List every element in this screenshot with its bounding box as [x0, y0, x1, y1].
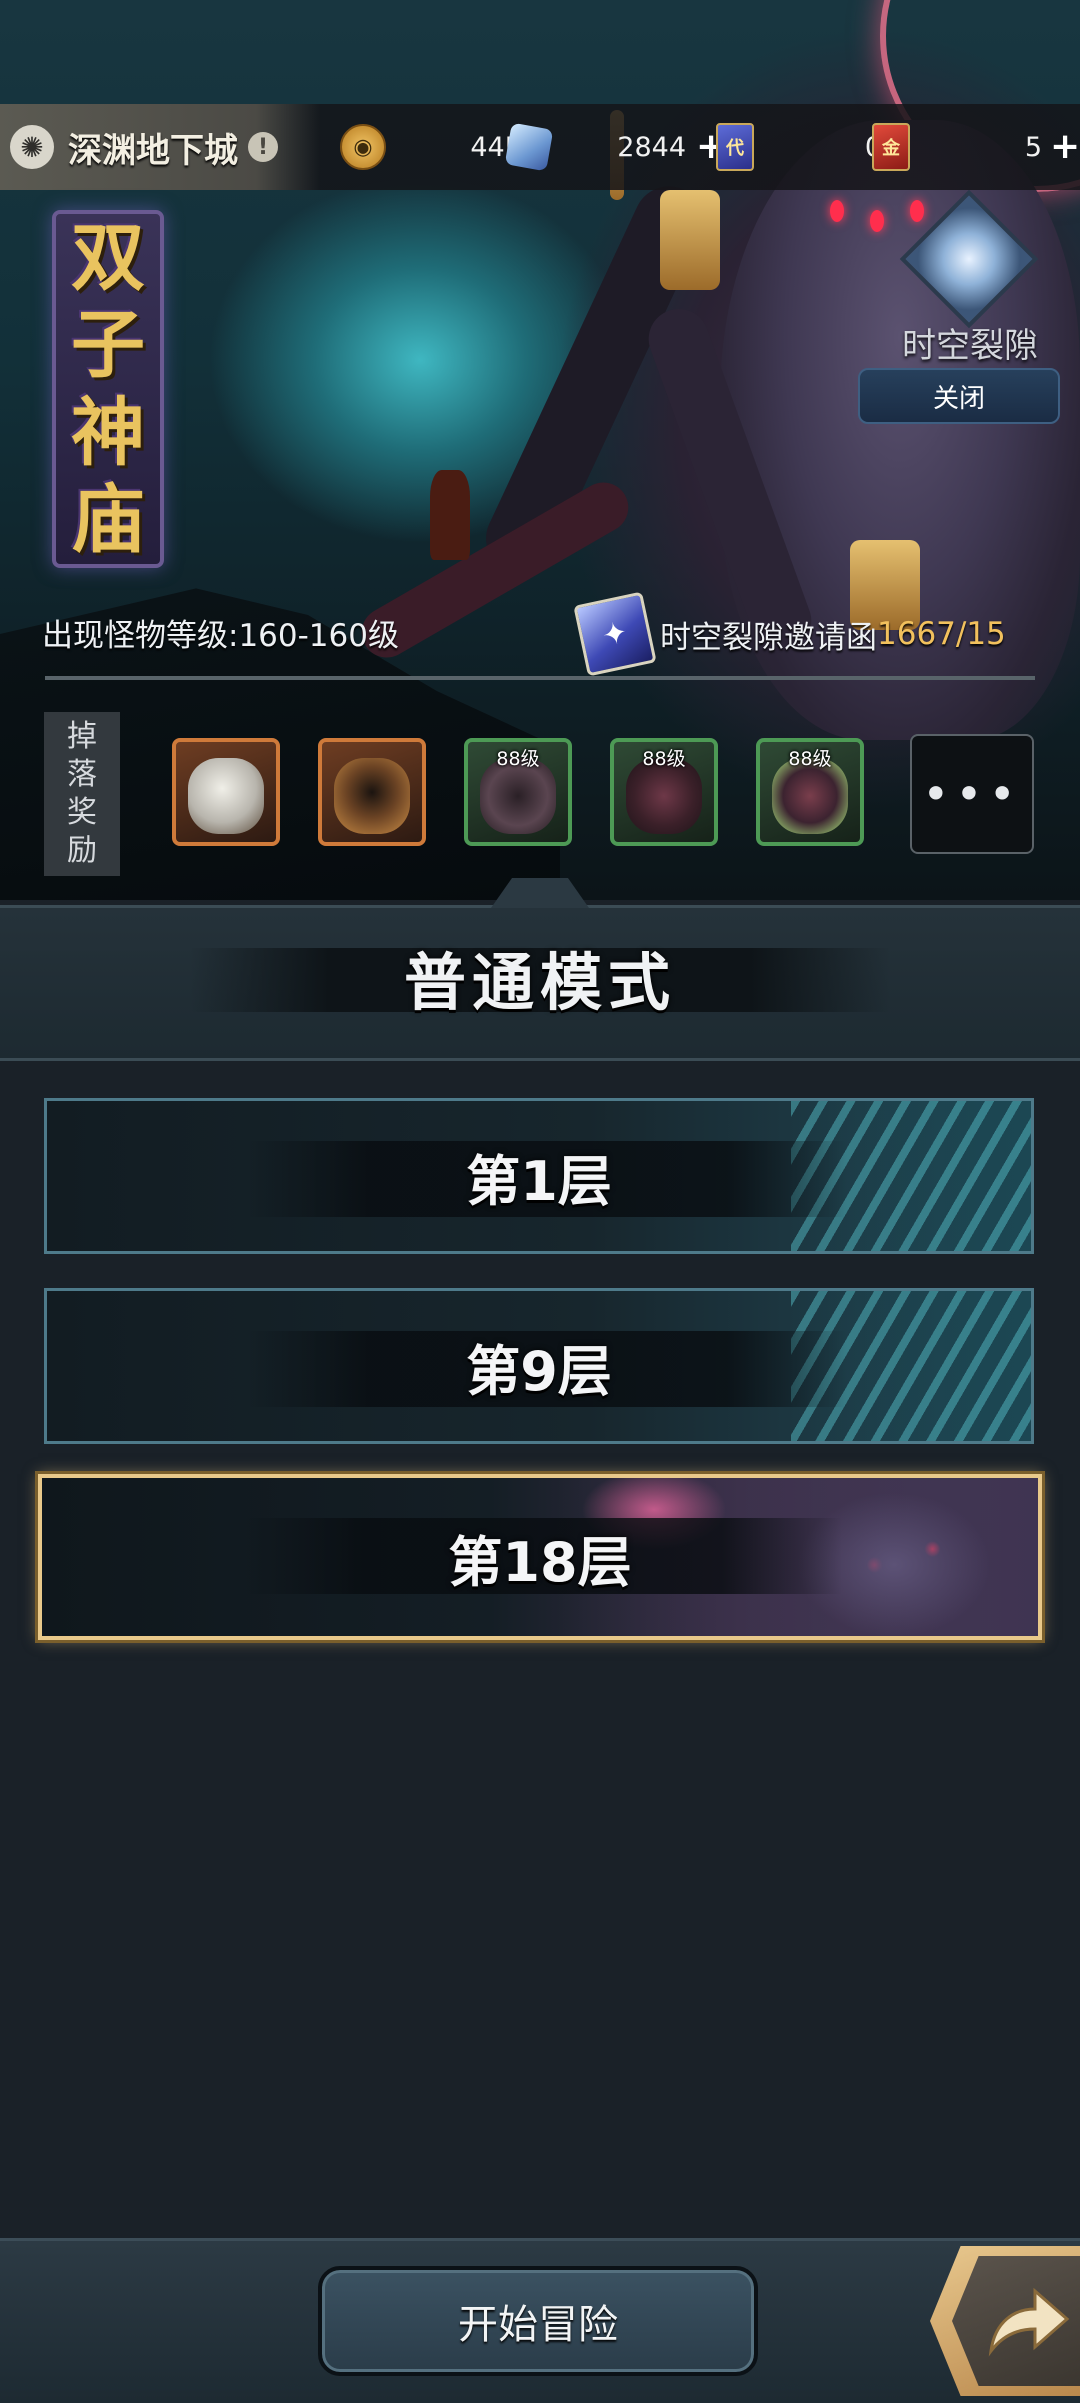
- rift-invite-counter[interactable]: ✦ 时空裂隙邀请函 1667/15: [573, 591, 1006, 677]
- gem-value: 2844: [617, 131, 686, 163]
- dungeon-name-char: 子: [71, 302, 145, 389]
- add-red-ticket-button[interactable]: +: [1050, 129, 1080, 165]
- resource-blue-ticket: 代 0: [716, 120, 882, 174]
- share-arrow-icon: [988, 2287, 1070, 2357]
- floor-option-1[interactable]: 第1层: [44, 1098, 1034, 1254]
- dungeon-name-char: 双: [71, 214, 145, 301]
- drop-level-badge: 88级: [642, 748, 686, 770]
- dungeon-name-char: 庙: [71, 477, 145, 564]
- floor-label: 第18层: [448, 1530, 632, 1594]
- top-bar: ✺ 深渊地下城 ! ◉ 44M 2844 + 代 0 金 5 +: [0, 104, 1080, 190]
- drop-label-char: 励: [67, 833, 97, 868]
- rift-close-button[interactable]: 关闭: [858, 368, 1060, 424]
- drop-item-glowing-armor[interactable]: 88级: [756, 738, 864, 846]
- red-ticket-icon: 金: [872, 123, 910, 171]
- resource-gem: 2844 +: [504, 120, 726, 174]
- mode-title[interactable]: 普通模式: [0, 932, 1080, 1022]
- drop-item-demon-armor[interactable]: 88级: [610, 738, 718, 846]
- horned-helmet-icon: [334, 758, 410, 834]
- floor-label: 第1层: [466, 1149, 612, 1213]
- drop-item-horned-helmet[interactable]: [318, 738, 426, 846]
- drop-level-badge: 88级: [496, 748, 540, 770]
- more-drops-button[interactable]: •••: [910, 734, 1034, 854]
- drop-item-white-beast-mask[interactable]: [172, 738, 280, 846]
- white-beast-mask-icon: [188, 758, 264, 834]
- info-alert-icon[interactable]: !: [248, 132, 278, 162]
- red-ticket-value: 5: [1024, 131, 1042, 163]
- drop-label-char: 奖: [67, 795, 97, 830]
- share-button[interactable]: [930, 2246, 1080, 2396]
- floor-option-9[interactable]: 第9层: [44, 1288, 1034, 1444]
- drop-level-badge: 88级: [788, 748, 832, 770]
- drop-rewards-label: 掉 落 奖 励: [44, 712, 120, 876]
- blue-ticket-icon: 代: [716, 123, 754, 171]
- hero-silhouette: [430, 470, 470, 560]
- location-button[interactable]: ✺ 深渊地下城 !: [0, 104, 320, 190]
- invite-letter-icon: ✦: [573, 591, 657, 677]
- monster-level-text: 出现怪物等级:160-160级: [42, 618, 399, 654]
- invite-label: 时空裂隙邀请函: [660, 619, 877, 656]
- banner-divider: [45, 676, 1035, 680]
- abyss-swirl-icon: ✺: [10, 125, 54, 169]
- blue-ticket-value: 0: [754, 132, 882, 163]
- floor-label: 第9层: [466, 1339, 612, 1403]
- resource-red-ticket: 金 5 +: [872, 120, 1080, 174]
- dungeon-name-title: 双 子 神 庙: [52, 210, 164, 568]
- resource-gold: ◉ 44M: [340, 120, 528, 174]
- rift-label: 时空裂隙: [902, 326, 1038, 366]
- invite-count: 1667/15: [877, 616, 1006, 652]
- start-adventure-button[interactable]: 开始冒险: [318, 2266, 758, 2376]
- gold-coin-icon: ◉: [340, 124, 386, 170]
- share-button-face: [952, 2256, 1080, 2386]
- dungeon-name-char: 神: [71, 389, 145, 476]
- crystal-gem-icon: [504, 122, 554, 172]
- location-title: 深渊地下城: [68, 130, 238, 171]
- drop-label-char: 掉: [67, 719, 97, 754]
- drop-label-char: 落: [67, 757, 97, 792]
- drop-item-dark-mask[interactable]: 88级: [464, 738, 572, 846]
- floor-option-18-selected[interactable]: 第18层: [38, 1474, 1042, 1640]
